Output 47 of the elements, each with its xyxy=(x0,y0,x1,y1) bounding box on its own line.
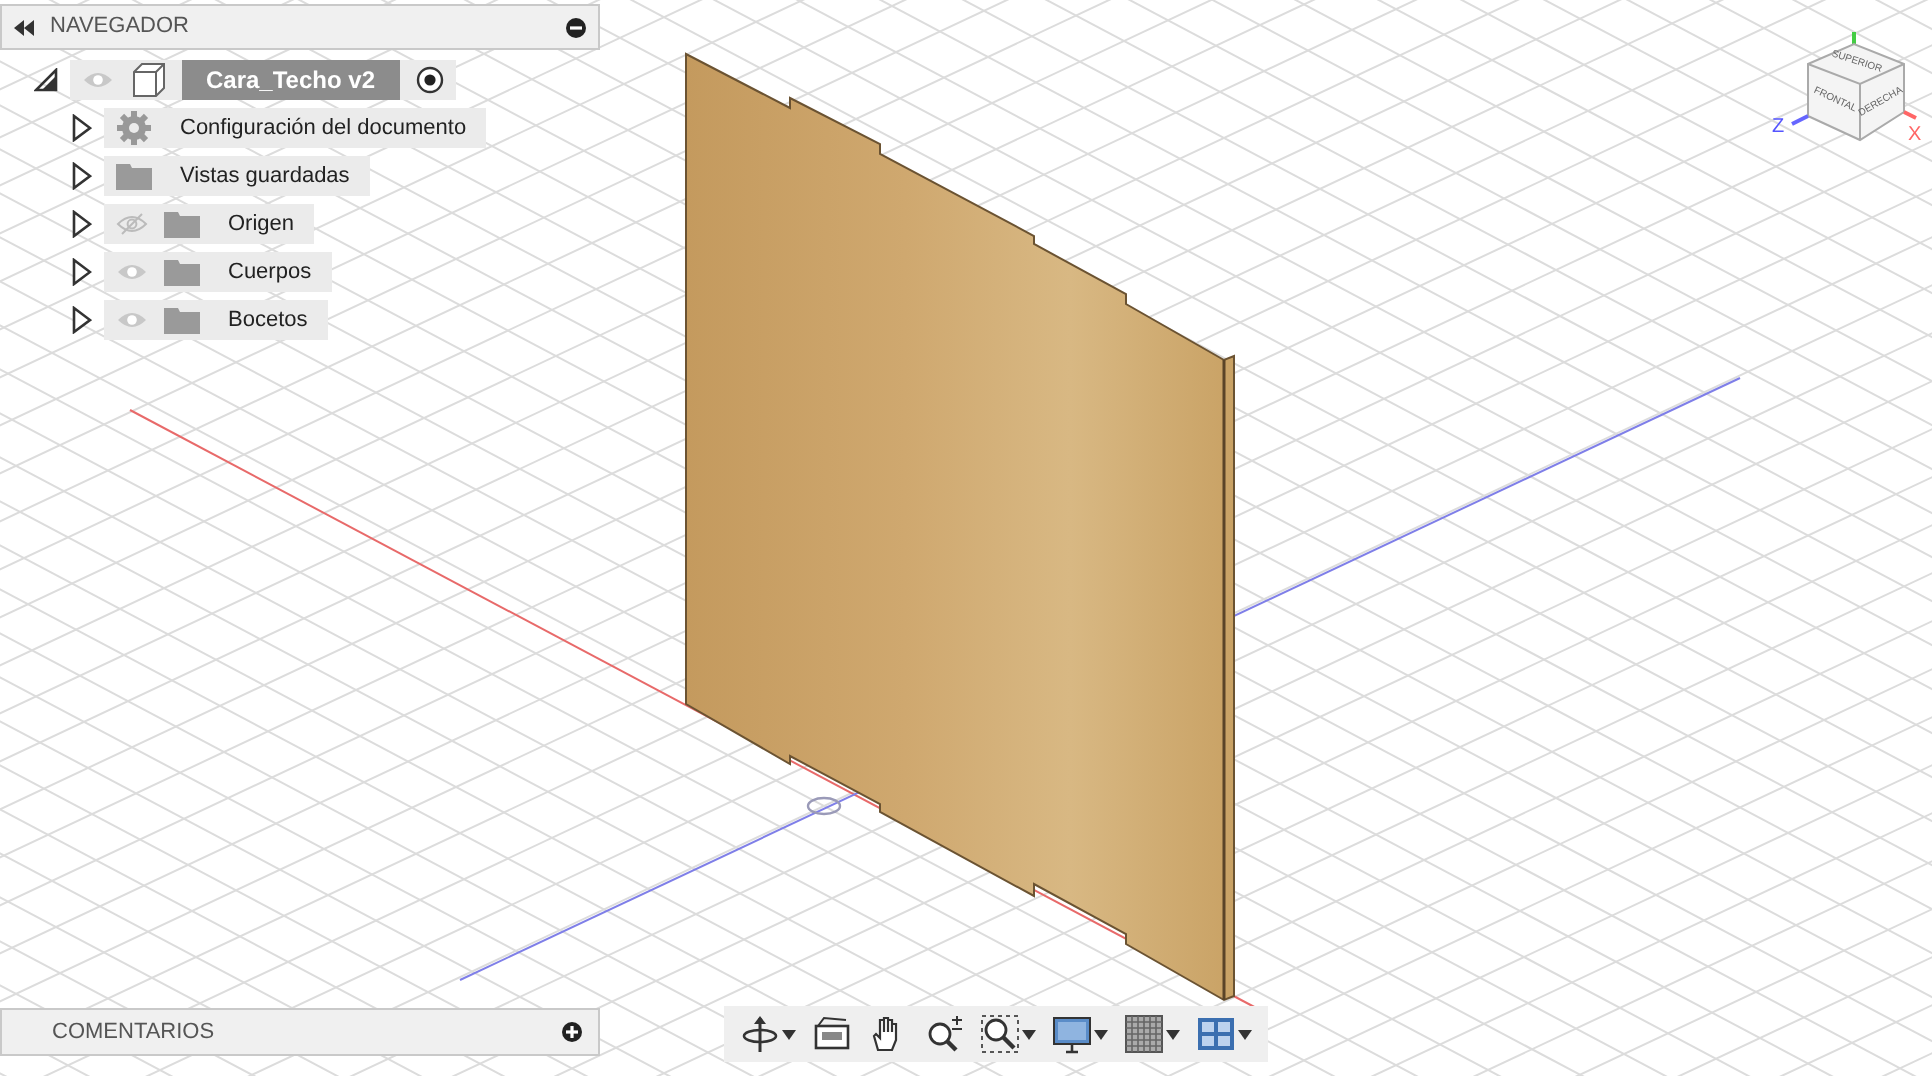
folder-icon xyxy=(164,209,200,238)
tree-item-label: Origen xyxy=(226,209,297,239)
add-icon[interactable] xyxy=(562,1022,582,1042)
comments-bar[interactable]: COMENTARIOS xyxy=(0,1008,600,1056)
tree-item[interactable]: Configuración del documento xyxy=(104,107,487,148)
tree-item[interactable]: Bocetos xyxy=(104,299,328,340)
folder-icon xyxy=(116,161,152,190)
origin-icon xyxy=(806,796,842,816)
folder-icon xyxy=(164,305,200,334)
tree-item[interactable]: Vistas guardadas xyxy=(104,155,370,196)
axis-label: X xyxy=(1908,124,1922,146)
panel-title: NAVEGADOR xyxy=(50,12,191,43)
active-radio-icon[interactable] xyxy=(415,65,443,94)
axis-label: Z xyxy=(1772,116,1785,138)
minimize-icon[interactable] xyxy=(566,17,586,37)
zoom-window-icon xyxy=(980,1014,1020,1054)
tree-item-label: Configuración del documento xyxy=(178,113,469,143)
caret-icon xyxy=(1022,1029,1036,1039)
collapse-icon[interactable] xyxy=(14,19,34,35)
component-name: Cara_Techo v2 xyxy=(182,59,399,100)
gear-icon xyxy=(116,109,152,146)
tree-item[interactable]: Origen xyxy=(104,203,315,244)
expand-icon[interactable] xyxy=(72,305,92,334)
caret-icon xyxy=(1238,1029,1252,1039)
expanded-icon[interactable] xyxy=(34,67,58,92)
expand-icon[interactable] xyxy=(72,161,92,190)
zoom-icon xyxy=(924,1014,964,1054)
expand-icon[interactable] xyxy=(72,257,92,286)
zoom-window-tool[interactable] xyxy=(976,1010,1040,1058)
caret-icon xyxy=(1166,1029,1180,1039)
box-icon xyxy=(130,61,166,98)
expand-icon[interactable] xyxy=(72,113,92,142)
caret-icon xyxy=(1094,1029,1108,1039)
orbit-icon xyxy=(740,1014,780,1054)
grid-tool[interactable] xyxy=(1120,1010,1184,1058)
viewports-icon xyxy=(1196,1014,1236,1054)
panel-title: COMENTARIOS xyxy=(52,1017,217,1048)
caret-icon xyxy=(782,1029,796,1039)
grid-icon xyxy=(1124,1014,1164,1054)
tree-item-label: Cuerpos xyxy=(226,257,314,287)
expand-icon[interactable] xyxy=(72,209,92,238)
monitor-icon xyxy=(1052,1014,1092,1054)
tree-item[interactable]: Cuerpos xyxy=(104,251,332,292)
tree-item-label: Bocetos xyxy=(226,305,310,335)
folder-icon xyxy=(164,257,200,286)
camera-icon xyxy=(812,1014,852,1054)
tree-item-label: Vistas guardadas xyxy=(178,161,352,191)
